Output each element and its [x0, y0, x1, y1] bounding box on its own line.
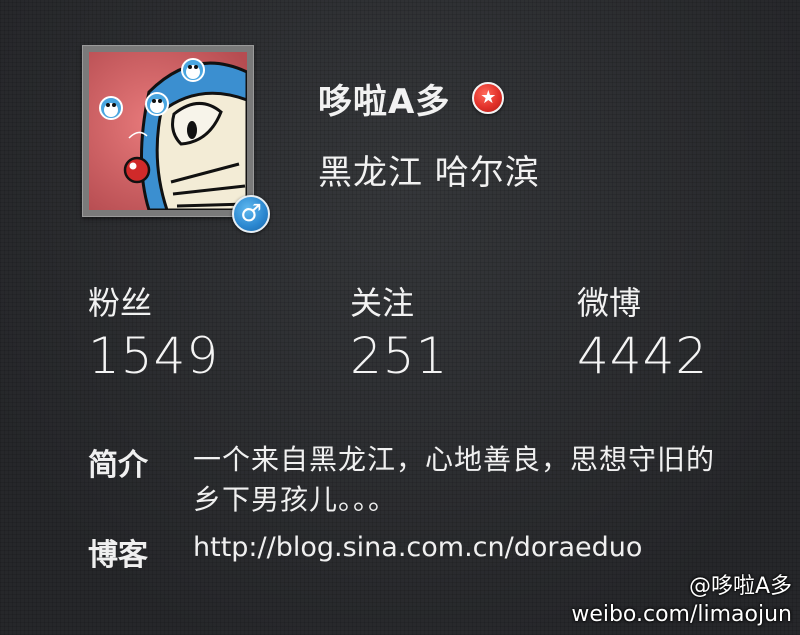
- stat-following-value: 251: [350, 327, 449, 385]
- blog-label: 博客: [88, 538, 148, 573]
- stat-following[interactable]: 关注 251: [350, 280, 448, 386]
- bio-text: 一个来自黑龙江，心地善良，思想守旧的乡下男孩儿。。。: [193, 443, 716, 516]
- stat-following-label: 关注: [350, 284, 415, 322]
- stat-fans-label: 粉丝: [88, 284, 153, 322]
- watermark-url: weibo.com/limaojun: [571, 602, 792, 627]
- stat-fans-value: 1549: [88, 327, 220, 385]
- stat-fans[interactable]: 粉丝 1549: [88, 280, 219, 386]
- blog-link[interactable]: http://blog.sina.com.cn/doraeduo: [193, 532, 642, 563]
- avatar[interactable]: [82, 45, 254, 217]
- stat-posts-value: 4442: [577, 327, 709, 385]
- male-icon: ♂: [232, 195, 270, 233]
- watermark-handle: @哆啦A多: [688, 574, 792, 599]
- user-name: 哆啦A多: [318, 81, 451, 122]
- stat-posts[interactable]: 微博 4442: [577, 280, 708, 386]
- watermark: @哆啦A多 weibo.com/limaojun: [571, 573, 792, 629]
- stat-posts-label: 微博: [577, 284, 642, 322]
- user-location: 黑龙江 哈尔滨: [318, 153, 540, 193]
- name-row: 哆啦A多 ★: [318, 74, 505, 122]
- bio-label: 简介: [88, 448, 148, 483]
- doraemon-avatar-image: [89, 52, 247, 210]
- star-icon: ★: [472, 82, 505, 114]
